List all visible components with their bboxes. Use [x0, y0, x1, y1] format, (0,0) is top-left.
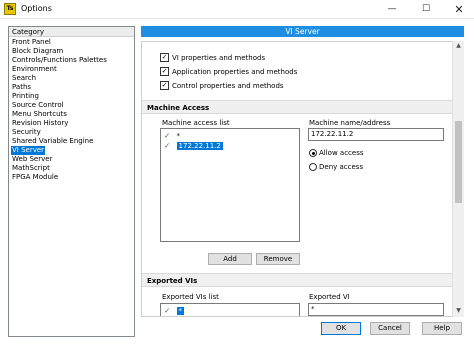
category-item-mathscript[interactable]: MathScript [11, 164, 51, 173]
allow-access-label: Allow access [319, 149, 364, 157]
allow-check-icon: ✓ [164, 131, 171, 140]
list-item-selected[interactable]: ✓ * [164, 306, 185, 315]
app-icon: Ts [4, 3, 16, 15]
category-item-source-control[interactable]: Source Control [11, 101, 65, 110]
exported-vis-section-header: Exported VIs [142, 273, 452, 287]
exported-vi-field[interactable]: * [308, 303, 444, 316]
machine-name-field[interactable]: 172.22.11.2 [308, 128, 444, 141]
maximize-icon[interactable]: ☐ [414, 0, 438, 19]
category-item-environment[interactable]: Environment [11, 65, 58, 74]
category-item-security[interactable]: Security [11, 128, 42, 137]
deny-access-label: Deny access [319, 163, 364, 171]
list-item-text: * [176, 132, 181, 140]
category-header[interactable]: Category [9, 27, 134, 37]
category-item-block-diagram[interactable]: Block Diagram [11, 47, 64, 56]
list-item[interactable]: ✓ * [164, 131, 180, 140]
machine-access-section-header: Machine Access [142, 100, 452, 114]
machine-access-list-label: Machine access list [162, 119, 230, 127]
category-item-paths[interactable]: Paths [11, 83, 32, 92]
control-properties-checkbox[interactable]: ✓ [160, 81, 169, 90]
category-item-front-panel[interactable]: Front Panel [11, 38, 52, 47]
list-item-text: 172.22.11.2 [176, 142, 223, 150]
scroll-thumb[interactable] [455, 121, 462, 203]
ok-button[interactable]: OK [321, 322, 361, 335]
allow-check-icon: ✓ [164, 141, 171, 150]
machine-access-title: Machine Access [147, 104, 210, 112]
vi-properties-checkbox[interactable]: ✓ [160, 53, 169, 62]
category-item-printing[interactable]: Printing [11, 92, 40, 101]
dialog-footer: OK Cancel Help [141, 318, 474, 346]
machine-name-label: Machine name/address [309, 119, 391, 127]
vi-properties-label: VI properties and methods [172, 54, 266, 62]
scroll-up-icon[interactable]: ▲ [453, 41, 464, 51]
control-properties-label: Control properties and methods [172, 82, 284, 90]
add-button[interactable]: Add [208, 253, 252, 265]
cancel-button[interactable]: Cancel [370, 322, 410, 335]
category-item-vi-server[interactable]: VI Server [11, 146, 46, 155]
exported-vis-list-label: Exported VIs list [162, 293, 219, 301]
deny-access-radio[interactable] [309, 163, 317, 171]
minimize-icon[interactable]: — [380, 0, 404, 19]
exported-vi-label: Exported VI [309, 293, 350, 301]
category-item-search[interactable]: Search [11, 74, 37, 83]
category-item-menu-shortcuts[interactable]: Menu Shortcuts [11, 110, 68, 119]
category-item-shared-variable-engine[interactable]: Shared Variable Engine [11, 137, 94, 146]
category-item-revision-history[interactable]: Revision History [11, 119, 69, 128]
allow-access-radio[interactable] [309, 149, 317, 157]
vi-server-settings: ✓ VI properties and methods ✓ Applicatio… [141, 41, 464, 317]
scroll-down-icon[interactable]: ▼ [453, 306, 464, 316]
application-properties-label: Application properties and methods [172, 68, 298, 76]
list-item-text: * [176, 307, 185, 315]
remove-button[interactable]: Remove [256, 253, 300, 265]
application-properties-checkbox[interactable]: ✓ [160, 67, 169, 76]
category-item-controls-functions-palettes[interactable]: Controls/Functions Palettes [11, 56, 108, 65]
content-scrollbar[interactable]: ▲ ▼ [452, 41, 464, 317]
list-item-selected[interactable]: ✓ 172.22.11.2 [164, 141, 223, 150]
category-item-fpga-module[interactable]: FPGA Module [11, 173, 59, 182]
exported-vis-list[interactable]: ✓ * [160, 303, 300, 316]
allow-check-icon: ✓ [164, 306, 171, 315]
window-title: Options [21, 4, 52, 13]
machine-access-list[interactable]: ✓ * ✓ 172.22.11.2 [160, 128, 300, 242]
help-button[interactable]: Help [422, 322, 462, 335]
category-item-web-server[interactable]: Web Server [11, 155, 53, 164]
category-list[interactable]: Category Front Panel Block Diagram Contr… [8, 26, 135, 337]
title-bar: Ts Options — ☐ ✕ [0, 0, 474, 19]
close-icon[interactable]: ✕ [447, 0, 471, 19]
panel-title: VI Server [141, 26, 464, 37]
exported-vis-title: Exported VIs [147, 277, 198, 285]
